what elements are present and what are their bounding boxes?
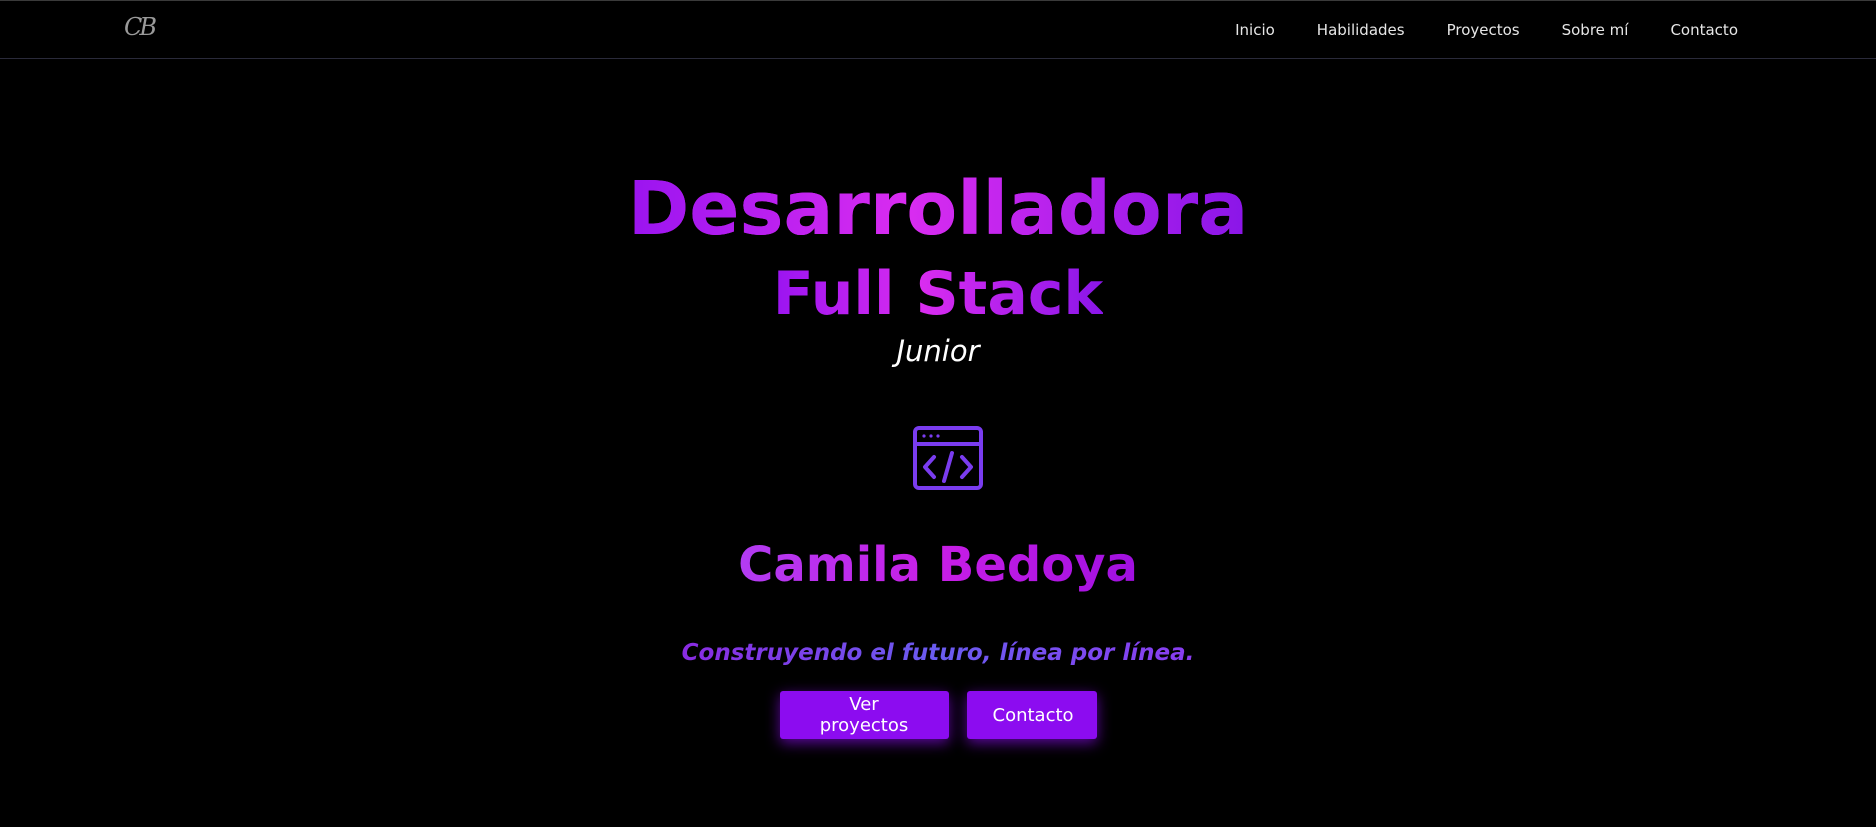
developer-name-text: Camila Bedoya <box>738 537 1138 593</box>
developer-name: Camila Bedoya <box>0 541 1876 589</box>
hero-tagline: Construyendo el futuro, línea por línea. <box>0 640 1876 666</box>
logo[interactable]: CB <box>124 13 157 41</box>
nav-links: Inicio Habilidades Proyectos Sobre mí Co… <box>1193 21 1738 39</box>
hero-title: Desarrolladora <box>0 172 1876 246</box>
hero-title-line1: Desarrolladora <box>627 166 1249 252</box>
contact-button[interactable]: Contacto <box>966 691 1097 739</box>
nav-link-contacto[interactable]: Contacto <box>1670 21 1738 39</box>
nav-link-inicio[interactable]: Inicio <box>1235 21 1275 39</box>
top-navbar: CB Inicio Habilidades Proyectos Sobre mí… <box>0 0 1876 59</box>
view-projects-button[interactable]: Ver proyectos <box>779 691 949 739</box>
nav-link-habilidades[interactable]: Habilidades <box>1317 21 1405 39</box>
hero-tagline-text: Construyendo el futuro, línea por línea. <box>681 640 1195 666</box>
hero-subtitle: Full Stack <box>0 264 1876 324</box>
code-window-icon <box>913 426 983 490</box>
nav-link-proyectos[interactable]: Proyectos <box>1447 21 1520 39</box>
hero-level: Junior <box>896 334 980 368</box>
hero-buttons: Ver proyectos Contacto <box>0 691 1876 739</box>
nav-link-sobre-mi[interactable]: Sobre mí <box>1562 21 1629 39</box>
hero-title-line2: Full Stack <box>772 259 1104 329</box>
